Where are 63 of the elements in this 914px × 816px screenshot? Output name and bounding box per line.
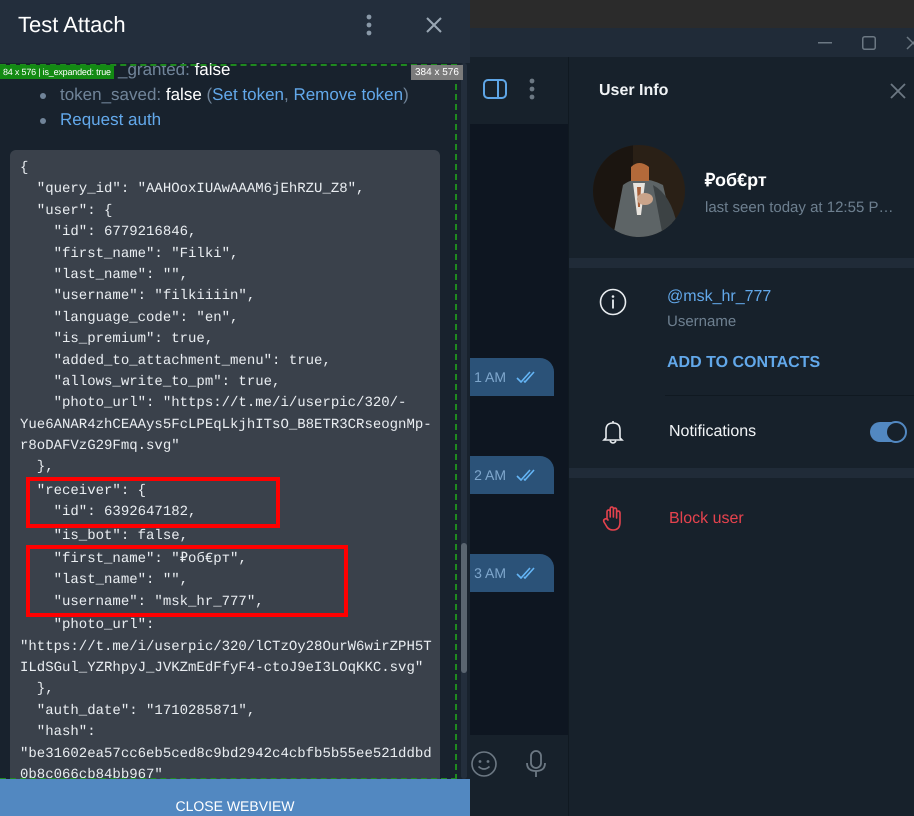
more-icon[interactable] (529, 78, 535, 100)
block-user-button[interactable]: Block user (669, 510, 744, 528)
code-line: "user": { (36, 202, 114, 221)
code-line: "receiver": { (36, 482, 148, 501)
code-line: 0b8c066cb84bb967" (20, 766, 164, 779)
code-line: "language_code": "en", (52, 308, 240, 328)
last-seen-text: last seen today at 12:55 P… (705, 198, 894, 216)
add-to-contacts-button[interactable]: ADD TO CONTACTS (667, 354, 820, 372)
status-link[interactable]: Request auth (60, 110, 162, 129)
status-link[interactable]: Remove token (293, 85, 404, 104)
message-time: 3 AM (474, 565, 506, 581)
maximize-icon[interactable] (862, 36, 876, 50)
code-line: "be31602ea57cc6eb5ced8c9bd2942c4cbfb5b55ee521ddbd (20, 744, 430, 764)
code-line: "auth_date": "1710285871", (36, 702, 256, 721)
code-line: "query_id": "AAHOoxIUAwAAAM6jEhRZU_Z8", (36, 180, 366, 200)
code-line: ILdSGul_YZRhpyJ_JVKZmEdFfyF4-ctoJ9eI3LOqKKC.svg" (20, 658, 424, 678)
status-line: _granted: false (118, 63, 230, 81)
close-icon[interactable] (890, 82, 906, 98)
code-line: "username": "msk_hr_777", (52, 592, 264, 612)
more-icon[interactable] (366, 14, 372, 36)
close-icon[interactable] (426, 16, 442, 32)
bell-icon (602, 419, 624, 445)
code-line: }, (36, 680, 55, 700)
emoji-icon[interactable] (471, 750, 497, 776)
webview-title: Test Attach (18, 12, 127, 38)
code-line: "id": 6392647182, (52, 503, 196, 522)
code-line: { (20, 159, 30, 178)
code-line: "last_name": "", (52, 266, 190, 285)
notifications-label: Notifications (669, 423, 758, 441)
close-window-icon[interactable] (906, 36, 914, 50)
user-name: ₽об€рт (705, 168, 768, 190)
hand-icon[interactable] (602, 506, 624, 532)
code-line: "is_premium": true, (52, 330, 214, 350)
code-line: "hash": (36, 723, 97, 742)
code-line: "photo_url": (52, 616, 156, 636)
minimize-icon[interactable] (818, 42, 832, 44)
notifications-toggle[interactable] (870, 422, 906, 442)
message-time: 2 AM (474, 467, 506, 483)
message-time: 1 AM (474, 369, 506, 385)
code-line: "username": "filkiiiin", (52, 287, 256, 306)
close-webview-button[interactable]: CLOSE WEBVIEW (0, 779, 470, 816)
code-line: }, (36, 458, 55, 478)
status-link[interactable]: Set token (212, 85, 284, 104)
scrollbar[interactable] (461, 63, 467, 779)
code-line: Yue6ANAR4zhCEAAys5FcLPEqLkjhITsO_B8ETR3CRseognMp- (20, 416, 430, 435)
sidebar-icon[interactable] (483, 79, 507, 99)
code-line: r8oDAFVzG29Fmq.svg" (20, 437, 181, 456)
debug-badge: 84 x 576 | is_expanded: true (0, 65, 114, 79)
code-line: "first_name": "₽об€рт", (52, 550, 248, 570)
username-link[interactable]: @msk_hr_777 (667, 288, 820, 306)
size-badge: 384 x 576 (411, 65, 463, 80)
panel-title: User Info (599, 82, 670, 100)
username-label: Username (667, 313, 738, 330)
microphone-icon[interactable] (525, 750, 547, 778)
code-line: "https://t.me/i/userpic/320/lCTzOy28OurW6wirZPH5T (20, 638, 430, 657)
info-icon (599, 288, 627, 316)
code-line: "first_name": "Filki", (52, 244, 240, 264)
code-line: "id": 6779216846, (52, 223, 198, 242)
code-line: "last_name": "", (52, 571, 190, 590)
code-line: "added_to_attachment_menu": true, (52, 352, 332, 371)
code-line: "allows_write_to_pm": true, (52, 372, 282, 392)
code-line: "photo_url": "https://t.me/i/userpic/320/- (52, 394, 408, 414)
code-line: "is_bot": false, (52, 526, 190, 546)
